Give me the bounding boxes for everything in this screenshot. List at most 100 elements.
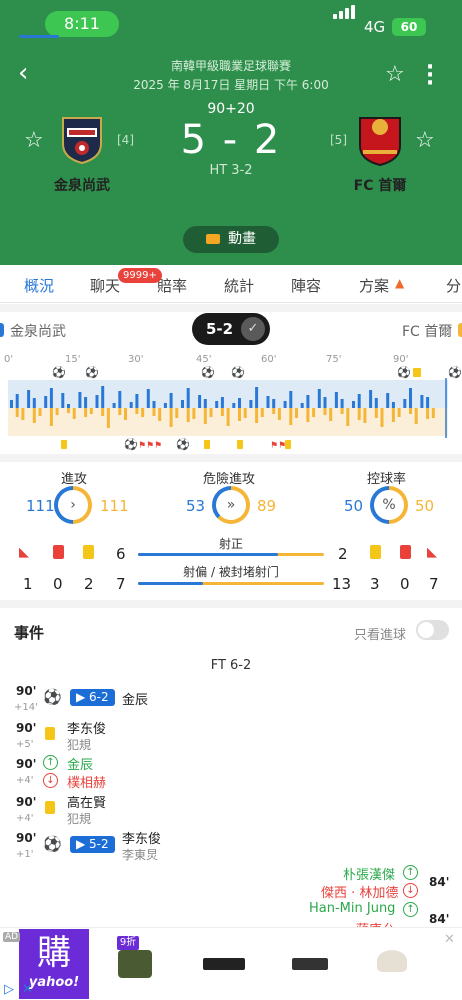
tab-plans[interactable]: 方案	[359, 275, 389, 296]
on-target-away-value: 2	[338, 545, 348, 563]
animation-label: 動畫	[228, 231, 256, 247]
momentum-bar-away	[238, 408, 241, 421]
svg-text:⚑: ⚑	[138, 441, 146, 451]
momentum-bar-away	[49, 408, 53, 426]
ad-product-device[interactable]	[203, 958, 245, 970]
momentum-bar-away	[89, 408, 93, 414]
momentum-bar-home	[272, 399, 276, 408]
favorite-star-icon[interactable]: ☆	[385, 62, 405, 87]
ad-dismiss-icon[interactable]: ✕	[22, 982, 33, 997]
momentum-bar-home	[306, 395, 310, 408]
momentum-bar-home	[374, 398, 378, 408]
sub-in-player[interactable]: 朴張漢傑	[343, 864, 395, 883]
ad-product-shirt[interactable]	[118, 950, 152, 978]
tab-overview[interactable]: 概況	[24, 275, 54, 296]
home-follow-star-icon[interactable]: ☆	[24, 128, 44, 153]
animation-icon	[206, 234, 220, 244]
momentum-bar-away	[192, 408, 196, 419]
momentum-bar-away	[67, 408, 70, 413]
battery-icon: 60	[392, 18, 426, 36]
home-team-name[interactable]: 金泉尚武	[42, 175, 122, 195]
momentum-bar-away	[32, 408, 36, 423]
divider	[0, 454, 462, 462]
away-team-name[interactable]: FC 首爾	[340, 175, 420, 195]
event-player[interactable]: 李东俊	[67, 718, 106, 737]
tab-stats[interactable]: 統計	[224, 275, 254, 296]
dangerous-ring: »	[212, 486, 250, 524]
full-time-label: FT 6-2	[210, 658, 252, 673]
momentum-bar-home	[112, 403, 116, 408]
momentum-bar-away	[306, 408, 310, 422]
home-team-logo[interactable]	[59, 114, 105, 164]
momentum-bar-home	[152, 401, 156, 408]
red-card-icon	[400, 545, 411, 559]
away-color-marker	[458, 323, 462, 337]
momentum-bar-away	[323, 408, 327, 415]
possession-away-value: 50	[415, 497, 435, 515]
momentum-bar-home	[232, 403, 236, 408]
svg-text:⚽: ⚽	[200, 366, 215, 379]
event-minute: 90'	[16, 721, 37, 735]
momentum-bar-away	[312, 408, 316, 417]
away-follow-star-icon[interactable]: ☆	[415, 128, 435, 153]
sub-out-arrow-icon: ↓	[403, 883, 418, 898]
sub-out-player[interactable]: 傑西 · 林加德	[321, 882, 398, 901]
momentum-bar-home	[420, 395, 424, 408]
momentum-bar-home	[163, 403, 167, 408]
home-corners: 1	[23, 575, 33, 593]
svg-text:⚑: ⚑	[270, 441, 278, 451]
event-minute: 84'	[429, 912, 450, 926]
off-target-home-fill	[138, 582, 204, 585]
toggle-knob	[418, 622, 434, 638]
tab-chat[interactable]: 聊天	[90, 275, 120, 296]
animation-button[interactable]: 動畫	[183, 226, 279, 253]
momentum-bar-home	[32, 398, 36, 408]
momentum-bar-away	[414, 408, 418, 424]
event-minute: 90'	[16, 757, 37, 771]
divider	[0, 600, 462, 608]
event-minute: 90'	[16, 684, 37, 698]
yellow-card-icon	[45, 727, 55, 740]
status-time: 8:11	[45, 11, 119, 37]
ad-product-device[interactable]	[292, 958, 328, 970]
away-red-cards: 0	[400, 575, 410, 593]
momentum-bar-home	[409, 388, 412, 408]
svg-text:⚑: ⚑	[154, 441, 162, 451]
yellow-card-icon	[45, 801, 55, 814]
goal-ball-icon: ⚽	[43, 835, 62, 853]
tab-more[interactable]: 分	[446, 275, 461, 296]
momentum-bar-away	[15, 408, 19, 417]
event-player[interactable]: 李东俊	[122, 828, 161, 847]
momentum-bar-away	[255, 408, 259, 423]
attack-home-value: 111	[26, 497, 55, 515]
sub-in-player[interactable]: Han-Min Jung	[309, 901, 395, 916]
ad-choices-icon[interactable]: ▷	[4, 982, 14, 997]
check-icon[interactable]: ✓	[241, 317, 265, 341]
home-yellow-cards: 2	[84, 575, 94, 593]
more-menu-icon[interactable]: · · ·	[425, 57, 435, 95]
away-team-logo[interactable]	[355, 112, 405, 166]
yellow-card-icon	[370, 545, 381, 559]
momentum-bar-away	[409, 408, 412, 414]
ad-product-cap[interactable]	[377, 950, 407, 972]
event-assist[interactable]: 李東炅	[122, 846, 158, 863]
event-player[interactable]: 金辰	[122, 689, 148, 708]
momentum-bar-home	[78, 392, 82, 408]
momentum-bar-home	[403, 399, 407, 408]
ad-close-icon[interactable]: ✕	[444, 932, 455, 947]
momentum-bar-away	[175, 408, 179, 418]
ad-discount-badge: 9折	[117, 936, 139, 950]
chevron-right-icon: ›	[58, 490, 88, 520]
home-rank: [4]	[117, 133, 134, 147]
sub-out-player[interactable]: 樸相赫	[67, 772, 106, 791]
tab-lineup[interactable]: 陣容	[291, 275, 321, 296]
event-detail: 犯規	[67, 812, 92, 826]
events-title: 事件	[14, 624, 45, 642]
momentum-bar-home	[101, 386, 105, 408]
attack-away-value: 111	[100, 497, 129, 515]
sub-in-player[interactable]: 金辰	[67, 754, 93, 773]
event-player[interactable]: 高在賢	[67, 792, 106, 811]
corner-flag-icon: ◣	[427, 545, 437, 560]
momentum-bar-away	[374, 408, 378, 418]
percent-icon: %	[374, 490, 404, 520]
